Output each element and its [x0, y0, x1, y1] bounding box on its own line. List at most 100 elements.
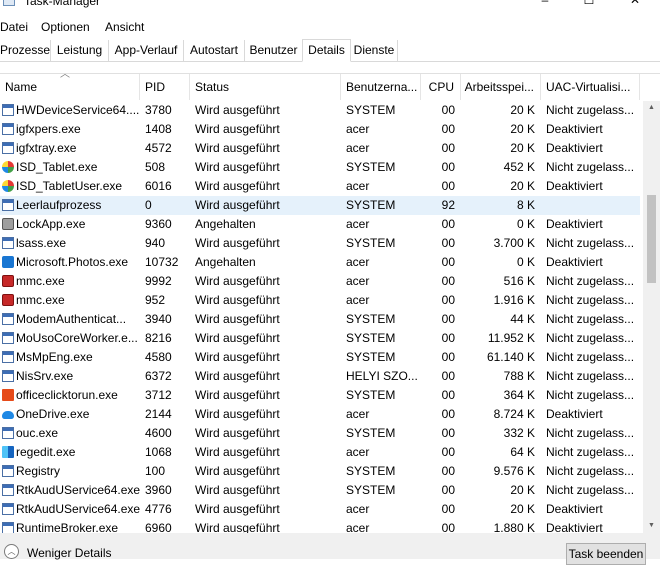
cell-memory: 20 K: [510, 483, 535, 497]
cell-name: Microsoft.Photos.exe: [16, 255, 129, 269]
table-row[interactable]: mmc.exe 9992 Wird ausgeführt acer 00 516 K Nic…: [0, 272, 640, 291]
menu-optionen[interactable]: Optionen: [41, 17, 90, 37]
cell-status: Wird ausgeführt: [195, 179, 280, 193]
scroll-up-icon[interactable]: ▲: [643, 101, 660, 115]
cell-status: Wird ausgeführt: [195, 331, 280, 345]
cell-memory: 1.880 K: [493, 521, 535, 533]
cell-pid: 0: [145, 198, 152, 212]
table-row[interactable]: NisSrv.exe 6372 Wird ausgeführt HELYI SZO..…: [0, 367, 640, 386]
lock-icon: [2, 218, 14, 230]
table-row[interactable]: ouc.exe 4600 Wird ausgeführt SYSTEM 00 332 K N…: [0, 424, 640, 443]
table-row[interactable]: igfxpers.exe 1408 Wird ausgeführt acer 00 20 …: [0, 120, 640, 139]
table-row[interactable]: MoUsoCoreWorker.e... 8216 Wird ausgeführt S…: [0, 329, 640, 348]
column-header-status[interactable]: Status: [190, 74, 341, 100]
fewer-details-link[interactable]: Weniger Details: [27, 546, 111, 560]
scroll-down-icon[interactable]: ▼: [643, 519, 660, 533]
cell-user: acer: [346, 407, 370, 421]
cell-uac: Nicht zugelass...: [546, 312, 635, 326]
generic-app-icon: [2, 465, 14, 477]
cell-uac: Deaktiviert: [546, 217, 603, 231]
tab-prozesse[interactable]: Prozesse: [0, 40, 51, 61]
cell-memory: 20 K: [510, 122, 535, 136]
column-header-name[interactable]: Name: [0, 74, 140, 100]
cell-memory: 364 K: [503, 388, 535, 402]
table-row[interactable]: officeclicktorun.exe 3712 Wird ausgeführt S…: [0, 386, 640, 405]
column-header-pid[interactable]: PID: [140, 74, 190, 100]
table-row[interactable]: LockApp.exe 9360 Angehalten acer 00 0 K Deakti…: [0, 215, 640, 234]
cell-pid: 100: [145, 464, 166, 478]
column-header-uac-virtualisierung[interactable]: UAC-Virtualisi...: [541, 74, 640, 100]
table-row[interactable]: RtkAudUService64.exe 3960 Wird ausgeführt S…: [0, 481, 640, 500]
photos-icon: [2, 256, 14, 268]
table-row[interactable]: HWDeviceService64.... 3780 Wird ausgeführt…: [0, 101, 640, 120]
table-row[interactable]: Leerlaufprozess 0 Wird ausgeführt SYSTEM 92 8…: [0, 196, 640, 215]
end-task-button[interactable]: Task beenden: [566, 543, 646, 565]
maximize-button[interactable]: ☐: [566, 0, 612, 11]
table-row[interactable]: ISD_Tablet.exe 508 Wird ausgeführt SYSTEM 00…: [0, 158, 640, 177]
table-row[interactable]: ModemAuthenticat... 3940 Wird ausgeführt SY…: [0, 310, 640, 329]
tab-autostart[interactable]: Autostart: [184, 40, 245, 61]
tab-dienste[interactable]: Dienste: [351, 40, 398, 61]
cell-uac: Nicht zugelass...: [546, 388, 635, 402]
table-row[interactable]: Microsoft.Photos.exe 10732 Angehalten acer 0…: [0, 253, 640, 272]
cell-status: Wird ausgeführt: [195, 369, 280, 383]
tab-app-verlauf[interactable]: App-Verlauf: [109, 40, 184, 61]
column-header-cpu[interactable]: CPU: [421, 74, 461, 100]
cell-pid: 2144: [145, 407, 172, 421]
cell-pid: 3960: [145, 483, 172, 497]
generic-app-icon: [2, 351, 14, 363]
tablet-app-icon: [2, 180, 14, 192]
table-row[interactable]: ISD_TabletUser.exe 6016 Wird ausgeführt ace…: [0, 177, 640, 196]
cell-name: MsMpEng.exe: [16, 350, 93, 364]
cell-cpu: 00: [441, 103, 455, 117]
cell-cpu: 00: [441, 369, 455, 383]
cell-user: acer: [346, 122, 370, 136]
cell-status: Wird ausgeführt: [195, 103, 280, 117]
mmc-icon: [2, 294, 14, 306]
tab-benutzer[interactable]: Benutzer: [245, 40, 303, 61]
cell-memory: 8 K: [516, 198, 535, 212]
cell-status: Wird ausgeführt: [195, 426, 280, 440]
scrollbar-thumb[interactable]: [647, 195, 656, 283]
cell-name: HWDeviceService64....: [16, 103, 140, 117]
minimize-button[interactable]: –: [522, 0, 568, 11]
vertical-scrollbar[interactable]: ▲ ▼: [643, 101, 660, 533]
cell-uac: Deaktiviert: [546, 255, 603, 269]
table-row[interactable]: lsass.exe 940 Wird ausgeführt SYSTEM 00 3.700…: [0, 234, 640, 253]
tab-details[interactable]: Details: [302, 39, 351, 62]
cell-memory: 20 K: [510, 141, 535, 155]
menu-ansicht[interactable]: Ansicht: [105, 17, 144, 37]
close-button[interactable]: ✕: [612, 0, 658, 11]
generic-app-icon: [2, 123, 14, 135]
cell-cpu: 00: [441, 141, 455, 155]
chevron-up-circle-icon[interactable]: ︿: [4, 544, 19, 559]
table-row[interactable]: igfxtray.exe 4572 Wird ausgeführt acer 00 20 …: [0, 139, 640, 158]
cell-name: ISD_Tablet.exe: [16, 160, 98, 174]
column-header-arbeitsspeicher[interactable]: Arbeitsspei...: [461, 74, 541, 100]
table-row[interactable]: Registry 100 Wird ausgeführt SYSTEM 00 9.576 …: [0, 462, 640, 481]
cell-uac: Nicht zugelass...: [546, 103, 635, 117]
cell-pid: 4580: [145, 350, 172, 364]
cell-uac: Nicht zugelass...: [546, 160, 635, 174]
cell-memory: 3.700 K: [493, 236, 535, 250]
column-header-benutzername[interactable]: Benutzerna...: [341, 74, 421, 100]
table-row[interactable]: regedit.exe 1068 Wird ausgeführt acer 00 64 K…: [0, 443, 640, 462]
cell-pid: 9360: [145, 217, 172, 231]
cell-user: acer: [346, 274, 370, 288]
window-title: Task-Manager: [24, 0, 101, 8]
generic-app-icon: [2, 237, 14, 249]
cell-pid: 1408: [145, 122, 172, 136]
cell-name: officeclicktorun.exe: [16, 388, 118, 402]
table-row[interactable]: MsMpEng.exe 4580 Wird ausgeführt SYSTEM 00 61…: [0, 348, 640, 367]
menu-datei[interactable]: Datei: [0, 17, 28, 37]
cell-cpu: 00: [441, 217, 455, 231]
table-row[interactable]: RtkAudUService64.exe 4776 Wird ausgeführt a…: [0, 500, 640, 519]
cell-memory: 44 K: [510, 312, 535, 326]
cell-status: Wird ausgeführt: [195, 293, 280, 307]
tab-leistung[interactable]: Leistung: [51, 40, 109, 61]
table-row[interactable]: mmc.exe 952 Wird ausgeführt acer 00 1.916 K Ni…: [0, 291, 640, 310]
cell-name: ISD_TabletUser.exe: [16, 179, 123, 193]
table-row[interactable]: OneDrive.exe 2144 Wird ausgeführt acer 00 8.7…: [0, 405, 640, 424]
cell-name: lsass.exe: [16, 236, 67, 250]
table-row[interactable]: RuntimeBroker.exe 6960 Wird ausgeführt acer…: [0, 519, 640, 533]
